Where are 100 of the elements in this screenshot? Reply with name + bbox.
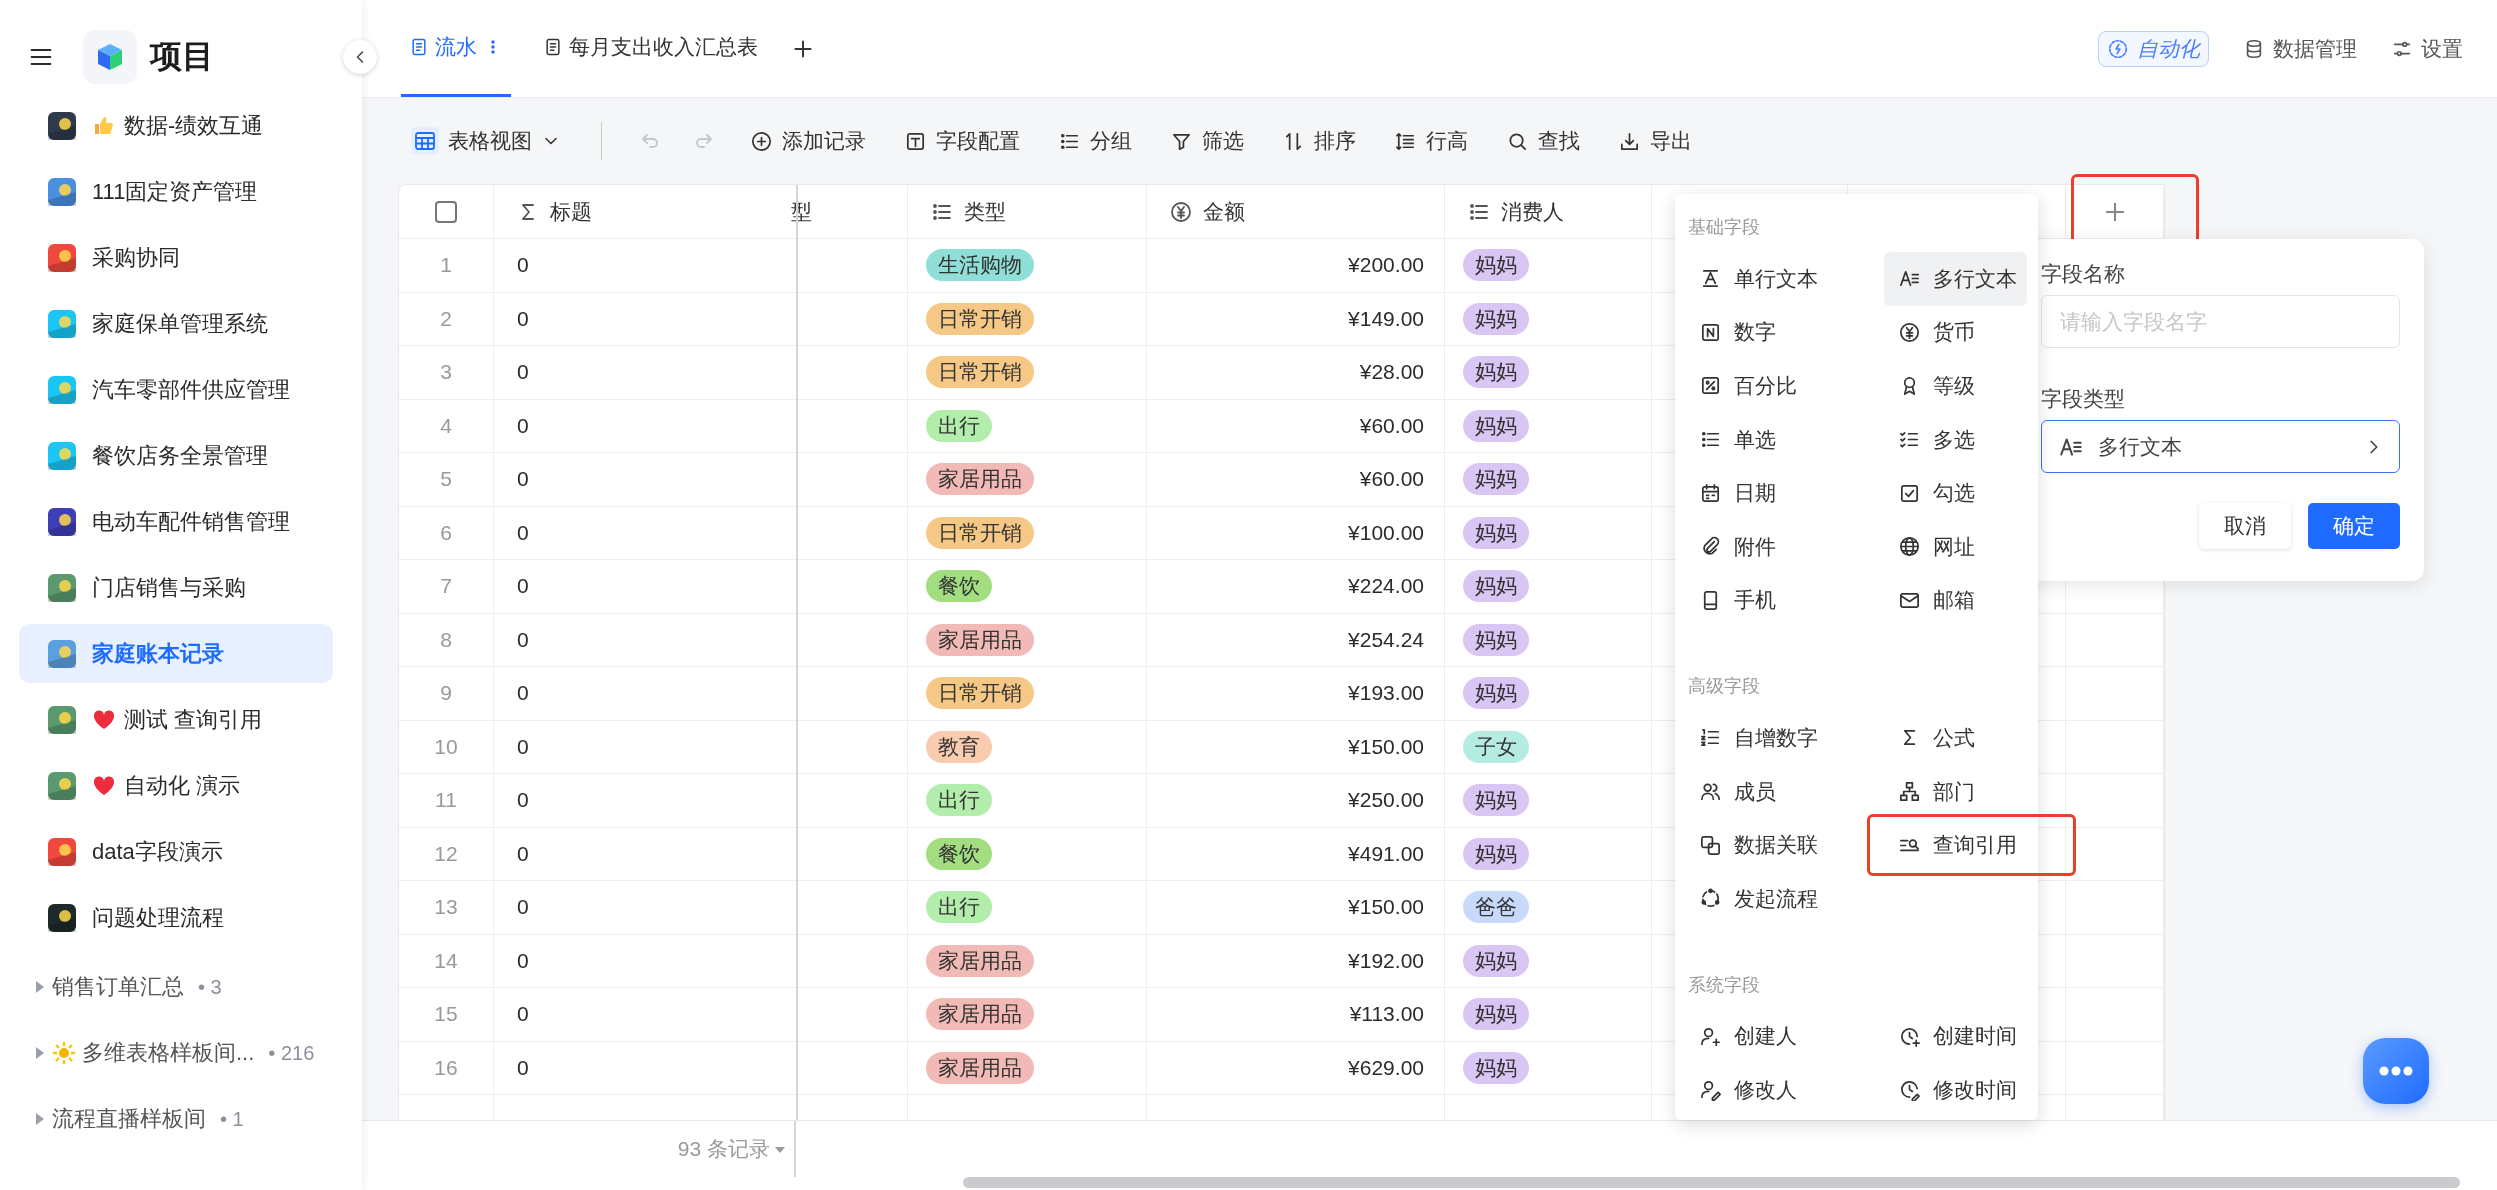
horizontal-scrollbar[interactable] [963, 1177, 2460, 1188]
sidebar-item[interactable]: data字段演示 [19, 822, 333, 881]
row-number: 1 [440, 253, 452, 278]
table-cell: 0 [517, 360, 529, 385]
app-title: 项目 [150, 37, 214, 76]
cancel-button[interactable]: 取消 [2199, 503, 2291, 549]
field-type-option[interactable]: 百分比 [1685, 359, 1865, 413]
field-type-option[interactable]: 邮箱 [1884, 573, 2027, 628]
column-header[interactable]: 类型 [908, 197, 1006, 226]
field-type-option[interactable]: 多行文本 [1884, 252, 2027, 306]
category-tag: 出行 [926, 784, 992, 817]
sidebar-item[interactable]: 数据-绩效互通 [19, 96, 333, 155]
view-switcher[interactable]: 表格视图 [407, 123, 565, 159]
field-type-option[interactable]: 多选 [1884, 412, 2027, 467]
document-icon [543, 37, 563, 57]
person-tag: 妈妈 [1463, 409, 1529, 442]
confirm-button[interactable]: 确定 [2308, 503, 2400, 549]
field-type-option[interactable]: 修改时间 [1884, 1063, 2027, 1117]
sidebar-item[interactable]: 问题处理流程 [19, 888, 333, 947]
settings-button[interactable]: 设置 [2391, 34, 2463, 63]
field-type-option[interactable]: 创建时间 [1884, 1009, 2027, 1064]
column-header[interactable]: 消费人 [1445, 197, 1564, 226]
sidebar-item[interactable]: 电动车配件销售管理 [19, 492, 333, 551]
table-cell: 0 [517, 627, 529, 652]
sidebar-item[interactable]: 自动化 演示 [19, 756, 333, 815]
item-count: • 3 [198, 975, 222, 999]
tab[interactable]: 每月支出收入汇总表 [535, 0, 766, 97]
field-type-option[interactable]: 公式 [1884, 711, 2027, 765]
field-type-option[interactable]: 查询引用 [1884, 818, 2027, 872]
person-tag: 妈妈 [1463, 623, 1529, 656]
field-type-option[interactable]: 数字 [1685, 305, 1865, 360]
overlapping-squares-icon [1699, 833, 1722, 857]
sort-button[interactable]: 排序 [1278, 123, 1360, 159]
field-type-option[interactable]: 创建人 [1685, 1009, 1865, 1064]
field-type-option[interactable]: 单行文本 [1685, 252, 1865, 306]
table-cell: ¥113.00 [1349, 1002, 1424, 1027]
expand-triangle-icon [34, 1045, 46, 1061]
field-name-input[interactable]: 请输入字段名字 [2041, 295, 2400, 348]
yuan-coin-icon [1169, 199, 1193, 224]
row-height-button[interactable]: 行高 [1390, 123, 1472, 159]
row-number: 8 [440, 627, 452, 652]
field-type-option[interactable]: 网址 [1884, 519, 2027, 574]
calendar-icon [1699, 481, 1722, 505]
field-type-option[interactable]: 货币 [1884, 305, 2027, 360]
field-type-option[interactable]: 附件 [1685, 519, 1865, 574]
yuan-coin-icon [1898, 320, 1921, 344]
globe-icon [1898, 535, 1921, 559]
field-type-option[interactable]: 修改人 [1685, 1063, 1865, 1117]
field-type-option[interactable]: 单选 [1685, 412, 1865, 467]
add-record-button[interactable]: 添加记录 [746, 123, 870, 159]
table-cell: ¥254.24 [1348, 627, 1424, 652]
field-type-option[interactable]: 等级 [1884, 359, 2027, 413]
data-management-button[interactable]: 数据管理 [2243, 34, 2357, 63]
sidebar-item[interactable]: 测试 查询引用 [19, 690, 333, 749]
sidebar-group[interactable]: 多维表格样板间... • 216 [0, 1020, 362, 1086]
table-cell: 0 [517, 520, 529, 545]
heart-icon [92, 773, 116, 798]
person-tag: 妈妈 [1463, 516, 1529, 549]
checkbox[interactable] [435, 200, 457, 223]
sidebar-item[interactable]: 汽车零部件供应管理 [19, 360, 333, 419]
field-type-option[interactable]: 手机 [1685, 573, 1865, 628]
table-grid-icon [411, 127, 439, 155]
field-type-option[interactable]: 自增数字 [1685, 711, 1865, 765]
logo-icon [83, 30, 137, 84]
section-title: 基础字段 [1687, 216, 1761, 239]
table-cell: ¥149.00 [1348, 306, 1424, 331]
field-type-option[interactable]: 数据关联 [1685, 818, 1865, 872]
filter-button[interactable]: 筛选 [1166, 123, 1248, 159]
person-tag: 妈妈 [1463, 784, 1529, 817]
sidebar-group[interactable]: 销售订单汇总 • 3 [0, 954, 362, 1020]
more-button[interactable] [2363, 1038, 2429, 1104]
find-button[interactable]: 查找 [1502, 123, 1584, 159]
sidebar-group[interactable]: 流程直播样板间 • 1 [0, 1086, 362, 1152]
table-cell: ¥491.00 [1348, 841, 1424, 866]
person-tag: 妈妈 [1463, 944, 1529, 977]
document-icon [409, 37, 429, 57]
column-header[interactable]: 金额 [1147, 197, 1245, 226]
column-header[interactable]: 标题 [494, 197, 592, 226]
category-tag: 日常开销 [926, 356, 1034, 389]
sidebar-item[interactable]: 111固定资产管理 [19, 162, 333, 221]
field-type-option[interactable]: 勾选 [1884, 466, 2027, 520]
sidebar-item[interactable]: 门店销售与采购 [19, 558, 333, 617]
field-type-option[interactable]: 发起流程 [1685, 871, 1865, 926]
sidebar-item[interactable]: 餐饮店务全景管理 [19, 426, 333, 485]
category-tag: 餐饮 [926, 570, 992, 603]
sidebar-item[interactable]: 采购协同 [19, 228, 333, 287]
table-cell: ¥150.00 [1348, 895, 1424, 920]
row-number: 7 [440, 574, 452, 599]
field-type-option[interactable]: 日期 [1685, 466, 1865, 520]
sidebar-item[interactable]: 家庭账本记录 [19, 624, 333, 683]
group-button[interactable]: 分组 [1054, 123, 1136, 159]
row-number: 11 [435, 788, 457, 813]
export-button[interactable]: 导出 [1614, 123, 1696, 159]
sidebar-item[interactable]: 家庭保单管理系统 [19, 294, 333, 353]
field-type-option[interactable]: 部门 [1884, 764, 2027, 819]
person-tag: 妈妈 [1463, 837, 1529, 870]
table-cell: ¥28.00 [1359, 360, 1424, 385]
field-type-option[interactable]: 成员 [1685, 764, 1865, 819]
field-type-select[interactable]: 多行文本 [2041, 420, 2400, 473]
field-config-button[interactable]: 字段配置 [900, 123, 1024, 159]
